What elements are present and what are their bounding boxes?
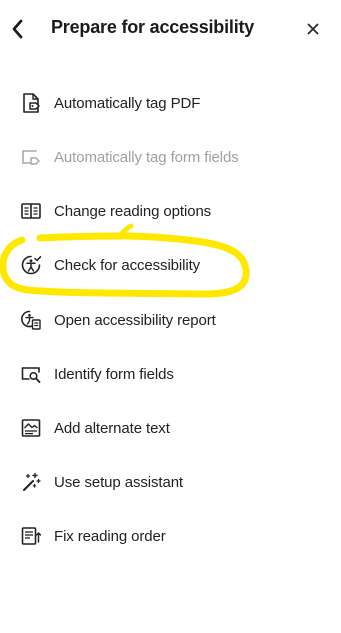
tool-label: Open accessibility report: [54, 311, 216, 329]
tool-automatically-tag-pdf[interactable]: Automatically tag PDF: [12, 85, 312, 121]
tool-label: Use setup assistant: [54, 473, 183, 491]
tool-fix-reading-order[interactable]: Fix reading order: [12, 518, 312, 554]
tool-add-alternate-text[interactable]: Add alternate text: [12, 410, 312, 446]
reading-order-icon: [18, 523, 44, 549]
back-button[interactable]: [6, 15, 30, 43]
tool-automatically-tag-form-fields[interactable]: Automatically tag form fields: [12, 139, 312, 175]
tool-label: Identify form fields: [54, 365, 174, 383]
panel-title: Prepare for accessibility: [51, 17, 255, 37]
accessibility-panel: Prepare for accessibility Automatically …: [0, 0, 341, 633]
tool-identify-form-fields[interactable]: Identify form fields: [12, 356, 312, 392]
tool-open-accessibility-report[interactable]: Open accessibility report: [12, 302, 312, 338]
tool-label: Fix reading order: [54, 527, 166, 545]
tool-label: Automatically tag PDF: [54, 94, 201, 112]
chevron-left-icon: [12, 19, 23, 39]
close-button[interactable]: [302, 18, 324, 40]
tool-label: Add alternate text: [54, 419, 170, 437]
tool-label: Automatically tag form fields: [54, 148, 239, 166]
tag-document-icon: [18, 90, 44, 116]
book-icon: [18, 198, 44, 224]
tag-form-fields-icon: [18, 144, 44, 170]
close-icon: [307, 23, 319, 35]
panel-header: Prepare for accessibility: [0, 0, 341, 60]
accessibility-check-icon: [18, 252, 44, 278]
identify-form-fields-icon: [18, 361, 44, 387]
tool-label: Check for accessibility: [54, 256, 201, 274]
alternate-text-icon: [18, 415, 44, 441]
tool-check-for-accessibility[interactable]: Check for accessibility: [12, 247, 312, 283]
magic-wand-icon: [18, 469, 44, 495]
tool-use-setup-assistant[interactable]: Use setup assistant: [12, 464, 312, 500]
accessibility-report-icon: [18, 307, 44, 333]
tool-label: Change reading options: [54, 202, 212, 220]
tool-change-reading-options[interactable]: Change reading options: [12, 193, 312, 229]
